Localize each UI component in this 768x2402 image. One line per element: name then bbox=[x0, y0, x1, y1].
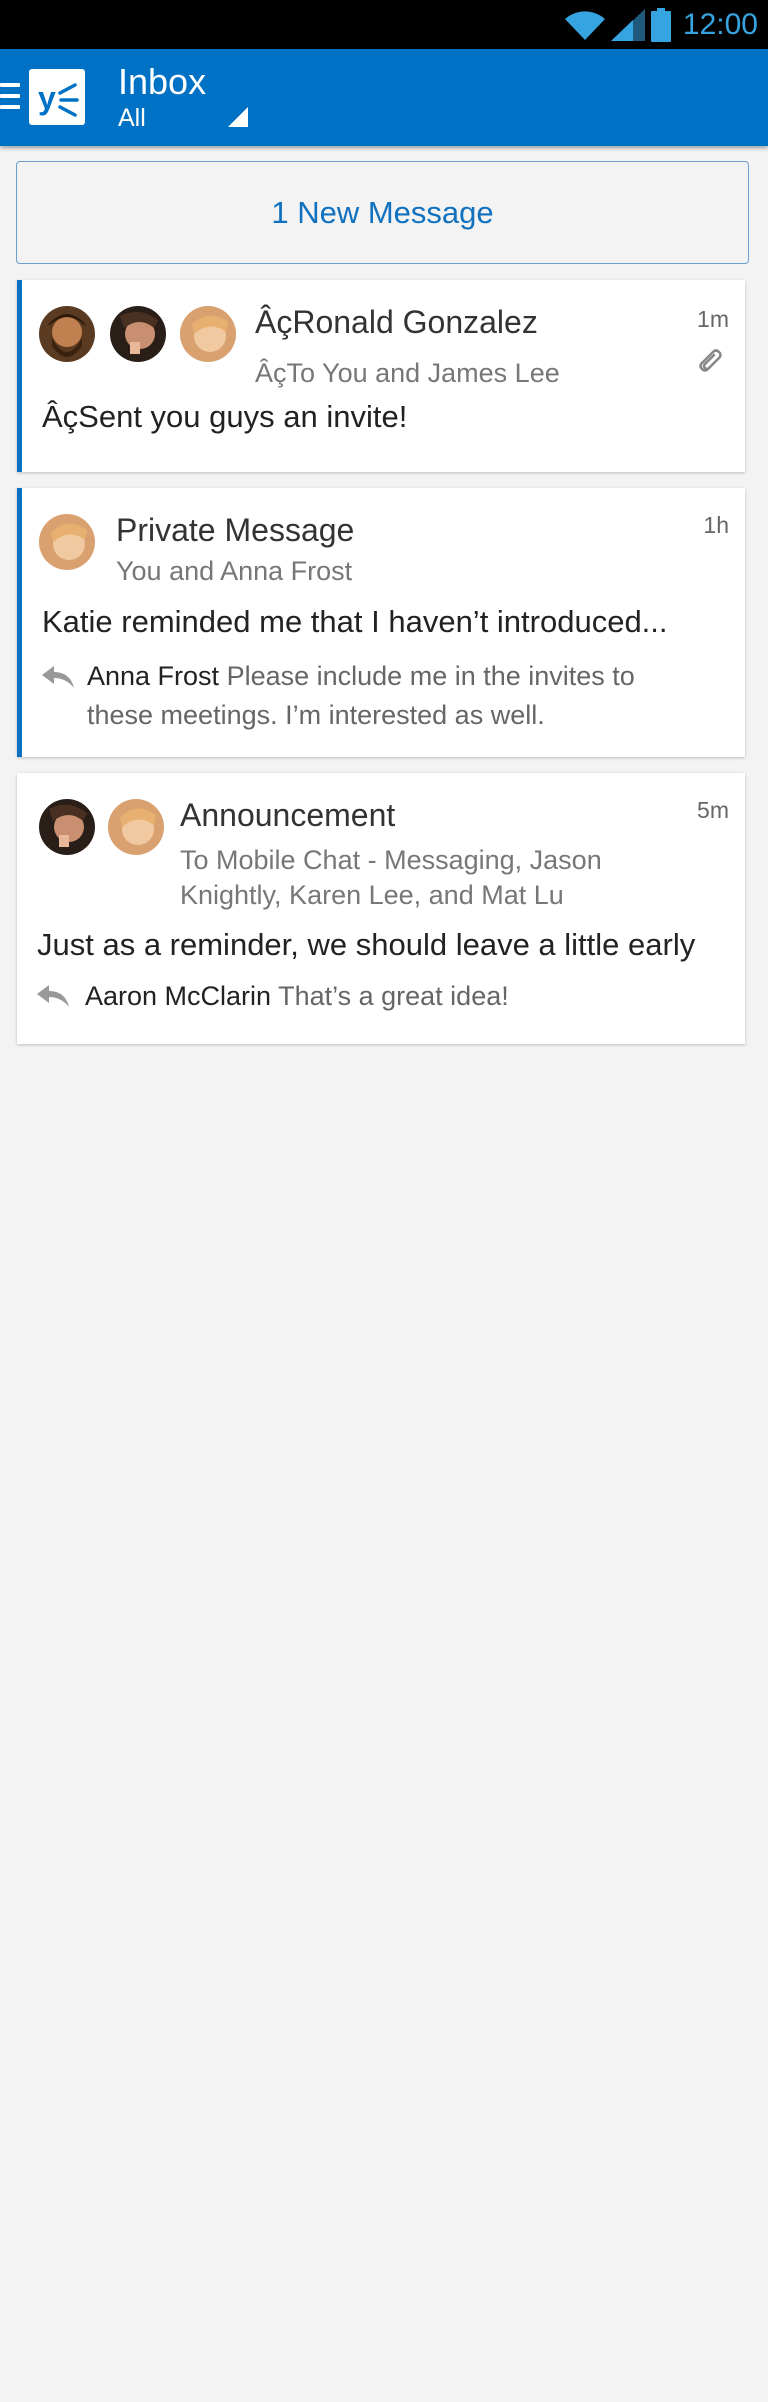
thread-card[interactable]: Private Message You and Anna Frost 1h Ka… bbox=[17, 488, 745, 757]
thread-card[interactable]: ÂçRonald Gonzalez ÂçTo You and James Lee… bbox=[17, 280, 745, 472]
reply-author: Aaron McClarin bbox=[85, 981, 272, 1011]
thread-title: ÂçRonald Gonzalez bbox=[255, 304, 538, 340]
menu-icon[interactable] bbox=[0, 83, 20, 113]
yammer-logo[interactable]: y bbox=[29, 69, 85, 125]
attachment-icon bbox=[699, 349, 722, 372]
svg-text:y: y bbox=[38, 80, 56, 116]
avatar bbox=[180, 306, 236, 362]
inbox-filter[interactable]: All bbox=[118, 104, 146, 133]
wifi-icon bbox=[564, 11, 605, 40]
status-time: 12:00 bbox=[682, 8, 758, 41]
avatar bbox=[108, 799, 164, 855]
thread-time: 5m bbox=[697, 797, 729, 823]
thread-title: Private Message bbox=[116, 512, 355, 548]
signal-icon bbox=[610, 9, 645, 41]
reply-author: Anna Frost bbox=[87, 661, 220, 691]
thread-title: Announcement bbox=[180, 797, 396, 833]
app-bar: y Inbox All bbox=[0, 49, 768, 146]
avatar bbox=[110, 306, 166, 362]
avatar bbox=[39, 799, 95, 855]
latest-reply: Aaron McClarin That’s a great idea! bbox=[85, 977, 509, 1016]
thread-preview: Just as a reminder, we should leave a li… bbox=[37, 927, 696, 962]
new-messages-banner[interactable]: 1 New Message bbox=[16, 161, 749, 264]
reply-icon bbox=[37, 985, 69, 1007]
dropdown-caret-icon[interactable] bbox=[228, 107, 248, 127]
thread-card[interactable]: Announcement To Mobile Chat - Messaging,… bbox=[17, 773, 745, 1044]
reply-icon bbox=[42, 666, 74, 688]
avatar bbox=[39, 306, 95, 362]
thread-recipients: To Mobile Chat - Messaging, Jason Knight… bbox=[180, 845, 602, 910]
battery-icon bbox=[650, 8, 671, 42]
page-title: Inbox bbox=[118, 61, 207, 102]
thread-preview: ÂçSent you guys an invite! bbox=[42, 399, 408, 434]
thread-recipients: You and Anna Frost bbox=[116, 556, 353, 586]
reply-text: That’s a great idea! bbox=[278, 981, 509, 1011]
thread-time: 1h bbox=[703, 512, 729, 538]
avatar bbox=[39, 514, 95, 570]
status-bar: 12:00 bbox=[0, 0, 768, 49]
thread-preview: Katie reminded me that I haven’t introdu… bbox=[42, 604, 668, 639]
thread-recipients: ÂçTo You and James Lee bbox=[255, 358, 560, 388]
thread-time: 1m bbox=[697, 306, 729, 332]
latest-reply: Anna Frost Please include me in the invi… bbox=[87, 657, 687, 735]
